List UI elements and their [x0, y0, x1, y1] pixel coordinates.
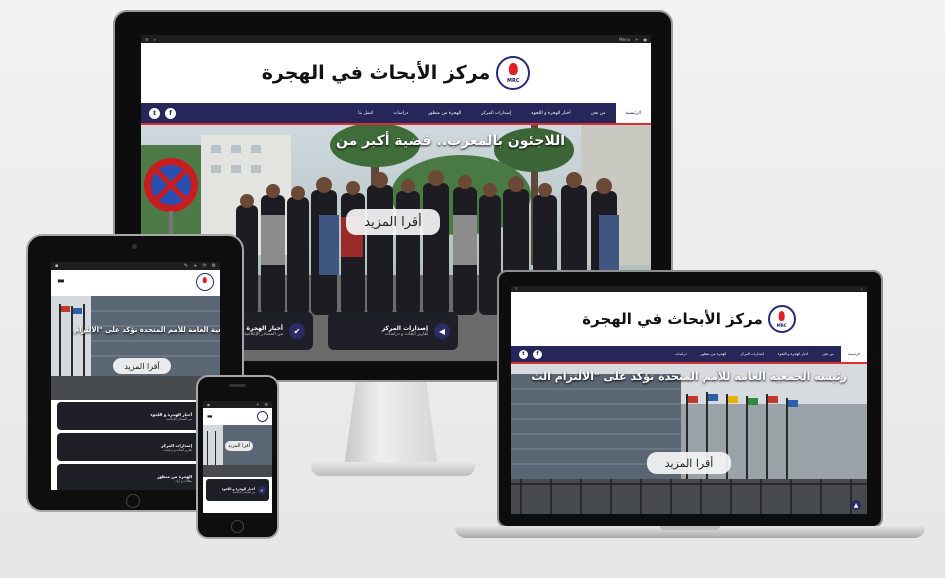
hero-title[interactable]: رئيسة الجمعية العامة للأمم المتحدة تؤكد …	[531, 370, 847, 383]
main-nav: الرئيسية من نحن أخبار الهجرة و اللجوء إص…	[511, 346, 867, 364]
browser-toolbar: ▪ + ⚙	[203, 401, 272, 408]
search-icon[interactable]: ⌕	[154, 37, 156, 42]
nav-item-perspective[interactable]: الهجرة من منظور	[694, 346, 734, 362]
hero-photo-un-building	[51, 296, 220, 400]
menu-icon[interactable]: ☰	[145, 37, 149, 42]
site-header: مركز الأبحاث في الهجرة MRC	[141, 43, 651, 103]
nav-item-about[interactable]: من نحن	[815, 346, 841, 362]
nav-item-publications[interactable]: إصدارات المركز	[733, 346, 770, 362]
browser-toolbar: ▪ ✎ + ⟳ ⚙	[51, 262, 220, 270]
card-publications[interactable]: ◀ إصدارات المركز تقارير أبحاث و دراسات	[57, 433, 214, 461]
menu-icon[interactable]: ☰	[515, 287, 518, 291]
menu-icon[interactable]: ▪	[207, 402, 210, 407]
hamburger-icon[interactable]: ▬	[57, 276, 65, 285]
card-title: إصدارات المركز	[381, 325, 428, 332]
facebook-icon[interactable]: f	[165, 107, 176, 119]
check-icon: ✔	[258, 486, 266, 494]
card-news[interactable]: ✔ أخبار الهجرة و اللجوء من المصادر الإعل…	[206, 479, 269, 501]
monitor-stand-base	[311, 462, 475, 476]
nav-item-about[interactable]: من نحن	[581, 103, 616, 123]
add-icon[interactable]: +	[635, 37, 638, 42]
hero-title[interactable]: اللاجئون بالمغرب.. قضية أكبر من	[336, 133, 565, 149]
logo-emblem-icon: MRC	[496, 56, 531, 90]
social-links: t f	[511, 346, 542, 362]
logo-text: مركز الأبحاث في الهجرة	[261, 62, 491, 84]
phone-screen: ▪ + ⚙ ▬ أقرا المزيد ✔ أخبار الهجرة و الل…	[203, 401, 272, 513]
mobile-header: ▬	[51, 270, 220, 296]
refresh-icon[interactable]: ⟳	[202, 263, 206, 269]
nav-item-studies[interactable]: دراسات	[668, 346, 694, 362]
twitter-icon[interactable]: t	[519, 349, 528, 359]
hero-slider: أقرا المزيد	[203, 425, 272, 477]
tablet-camera	[132, 244, 137, 249]
nav-item-home[interactable]: الرئيسية	[615, 103, 651, 123]
toolbar-menu[interactable]: Menu	[619, 37, 630, 42]
facebook-icon[interactable]: f	[533, 349, 542, 359]
settings-icon[interactable]: ⚙	[212, 263, 216, 269]
site-header: مركز الأبحاث في الهجرة MRC	[511, 292, 867, 346]
nav-item-contact[interactable]: اتصل بنا	[348, 103, 383, 123]
phone-home-button[interactable]	[231, 520, 244, 533]
read-more-button[interactable]: أقرا المزيد	[225, 441, 253, 451]
laptop-notch	[660, 526, 720, 530]
monitor-stand-neck	[344, 382, 438, 462]
card-subtitle: تقارير أبحاث و دراسات	[163, 447, 192, 452]
edit-icon[interactable]: ✎	[184, 263, 188, 269]
add-icon[interactable]: +	[193, 263, 197, 269]
card-title: أخبار الهجرة و اللجوء	[150, 411, 192, 417]
nav-item-news[interactable]: أخبار الهجرة و اللجوء	[771, 346, 816, 362]
tablet-screen: ▪ ✎ + ⟳ ⚙ ▬ رئيسة الجمعية العامة للأمم ا…	[51, 262, 220, 490]
scroll-up-icon[interactable]: ▲	[851, 500, 861, 510]
nav-item-perspective[interactable]: الهجرة من منظور	[418, 103, 471, 123]
tablet-home-button[interactable]	[126, 494, 140, 508]
card-publications[interactable]: ◀ إصدارات المركز تقارير أبحاث و دراسات	[328, 312, 458, 350]
logo-badge: MRC	[776, 322, 787, 328]
hero-slider: رئيسة الجمعية العامة للأمم المتحدة تؤكد …	[511, 364, 867, 514]
user-icon[interactable]: ●	[644, 37, 648, 42]
laptop: ☰ + مركز الأبحاث في الهجرة MRC الرئيسية …	[455, 270, 925, 542]
logo-badge: MRC	[507, 77, 520, 84]
logo-emblem-icon	[257, 411, 268, 422]
card-perspective[interactable]: ✎ الهجرة من منظور مقالات و آراء	[57, 464, 214, 490]
read-more-button[interactable]: أقرا المزيد	[113, 358, 171, 374]
add-icon[interactable]: +	[860, 287, 863, 291]
settings-icon[interactable]: ⚙	[264, 402, 268, 407]
card-title: الهجرة من منظور	[157, 473, 192, 479]
menu-icon[interactable]: ▪	[55, 263, 58, 269]
hero-title[interactable]: رئيسة الجمعية العامة للأمم المتحدة تؤكد …	[74, 326, 220, 334]
laptop-screen: ☰ + مركز الأبحاث في الهجرة MRC الرئيسية …	[511, 286, 867, 514]
logo-text: مركز الأبحاث في الهجرة	[582, 310, 763, 328]
card-subtitle: من المصادر الإعلامية	[232, 490, 255, 494]
social-links: t f	[141, 103, 176, 123]
nav-item-publications[interactable]: إصدارات المركز	[471, 103, 521, 123]
hero-slider: رئيسة الجمعية العامة للأمم المتحدة تؤكد …	[51, 296, 220, 400]
megaphone-icon: ◀	[434, 323, 450, 339]
nav-item-news[interactable]: أخبار الهجرة و اللجوء	[521, 103, 580, 123]
logo-emblem-icon: MRC	[767, 305, 796, 333]
read-more-button[interactable]: أقرا المزيد	[647, 452, 731, 474]
hero-photo-un-building	[511, 364, 867, 514]
card-title: إصدارات المركز	[161, 442, 192, 448]
card-title: أخبار الهجرة و اللجوء	[221, 486, 255, 491]
nav-item-studies[interactable]: دراسات	[383, 103, 418, 123]
card-news[interactable]: ✔ أخبار الهجرة و اللجوء من المصادر الإعل…	[57, 402, 214, 430]
card-subtitle: تقارير أبحاث و دراسات	[384, 332, 428, 337]
read-more-button[interactable]: أقرا المزيد	[346, 209, 440, 235]
logo-emblem-icon	[196, 273, 214, 291]
phone: ▪ + ⚙ ▬ أقرا المزيد ✔ أخبار الهجرة و الل…	[196, 375, 279, 539]
nav-item-home[interactable]: الرئيسية	[840, 346, 867, 362]
check-icon: ✔	[289, 323, 305, 339]
hero-photo-un-building	[203, 425, 272, 477]
hamburger-icon[interactable]: ▬	[207, 413, 213, 420]
main-nav: الرئيسية من نحن أخبار الهجرة و اللجوء إص…	[141, 103, 651, 125]
add-icon[interactable]: +	[256, 402, 259, 407]
card-subtitle: من المصادر الإعلامية	[166, 416, 192, 421]
twitter-icon[interactable]: t	[149, 107, 160, 119]
browser-toolbar: ☰ ⌕ Menu + ●	[141, 35, 651, 43]
phone-speaker	[229, 384, 246, 387]
card-subtitle: مقالات و آراء	[175, 478, 192, 483]
